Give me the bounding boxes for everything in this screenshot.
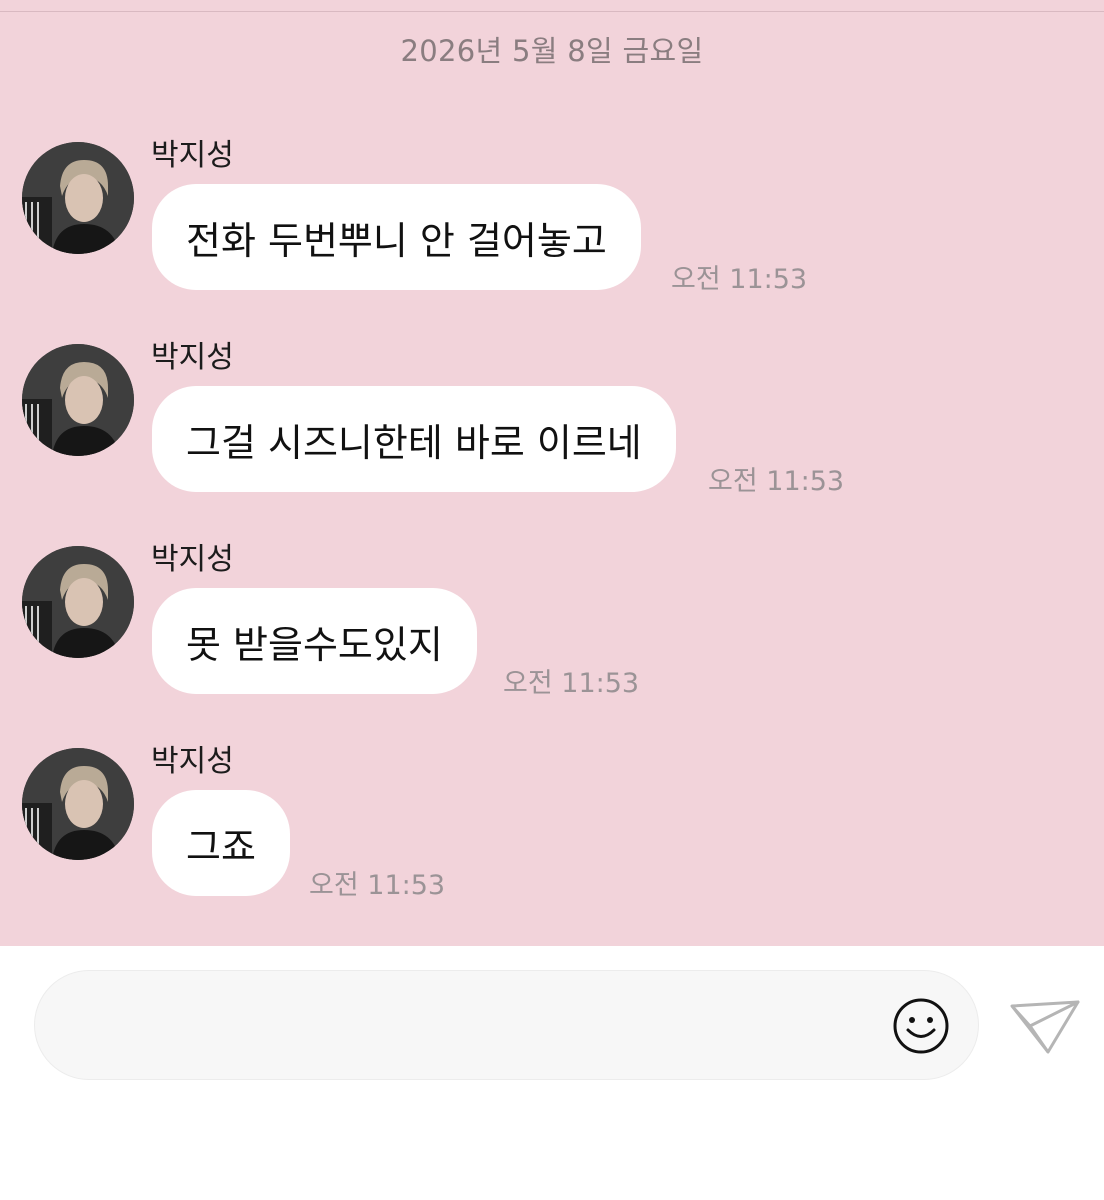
message-time: 오전 11:53 bbox=[503, 668, 640, 699]
profile-photo bbox=[22, 748, 134, 860]
sender-name: 박지성 bbox=[151, 542, 234, 577]
message-time: 오전 11:53 bbox=[708, 466, 845, 497]
message-row: 박지성 못 받을수도있지 오전 11:53 bbox=[0, 542, 1104, 746]
sender-name: 박지성 bbox=[151, 138, 234, 173]
paper-plane-icon[interactable] bbox=[1008, 996, 1082, 1056]
message-row: 박지성 그죠 오전 11:53 bbox=[0, 744, 1104, 948]
message-time: 오전 11:53 bbox=[309, 870, 446, 901]
avatar[interactable] bbox=[22, 344, 134, 456]
avatar[interactable] bbox=[22, 748, 134, 860]
message-bubble[interactable]: 그걸 시즈니한테 바로 이르네 bbox=[152, 386, 676, 492]
message-bubble[interactable]: 그죠 bbox=[152, 790, 290, 896]
smiley-face-icon[interactable] bbox=[892, 997, 950, 1055]
message-row: 박지성 그걸 시즈니한테 바로 이르네 오전 11:53 bbox=[0, 340, 1104, 544]
message-time: 오전 11:53 bbox=[671, 264, 808, 295]
chat-area: 2026년 5월 8일 금요일 박지성 전화 두번뿌니 안 걸어놓고 오전 11… bbox=[0, 0, 1104, 946]
message-bubble[interactable]: 전화 두번뿌니 안 걸어놓고 bbox=[152, 184, 641, 290]
date-separator: 2026년 5월 8일 금요일 bbox=[400, 34, 704, 68]
sender-name: 박지성 bbox=[151, 340, 234, 375]
divider bbox=[0, 11, 1104, 12]
profile-photo bbox=[22, 344, 134, 456]
message-composer bbox=[34, 970, 979, 1081]
message-row: 박지성 전화 두번뿌니 안 걸어놓고 오전 11:53 bbox=[0, 138, 1104, 342]
avatar[interactable] bbox=[22, 142, 134, 254]
message-bubble[interactable]: 못 받을수도있지 bbox=[152, 588, 477, 694]
avatar[interactable] bbox=[22, 546, 134, 658]
message-input[interactable] bbox=[75, 971, 879, 1081]
profile-photo bbox=[22, 142, 134, 254]
sender-name: 박지성 bbox=[151, 744, 234, 779]
profile-photo bbox=[22, 546, 134, 658]
